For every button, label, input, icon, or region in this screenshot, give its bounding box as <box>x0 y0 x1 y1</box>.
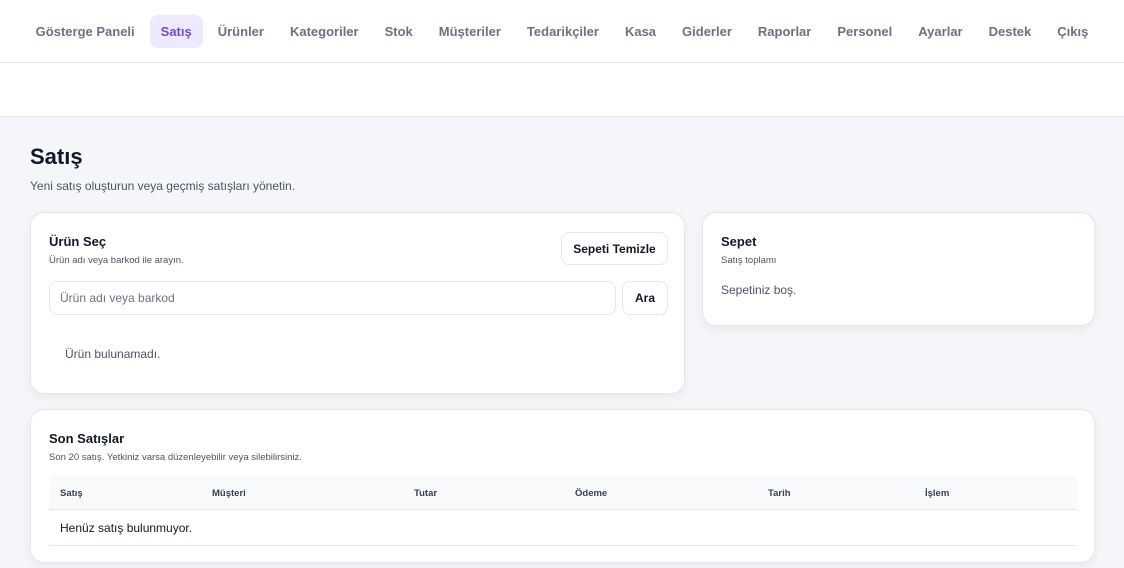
nav-item-suppliers[interactable]: Tedarikçiler <box>516 15 610 48</box>
recent-sales-subtitle: Son 20 satış. Yetkiniz varsa düzenleyebi… <box>49 452 302 463</box>
cart-title: Sepet <box>721 234 757 249</box>
nav-item-expenses[interactable]: Giderler <box>671 15 743 48</box>
no-products-message: Ürün bulunamadı. <box>65 347 161 361</box>
nav-item-stock[interactable]: Stok <box>374 15 424 48</box>
nav-item-sales[interactable]: Satış <box>149 14 203 48</box>
nav-item-products[interactable]: Ürünler <box>207 15 275 48</box>
nav-item-support[interactable]: Destek <box>978 15 1043 48</box>
recent-sales-card: Son Satışlar Son 20 satış. Yetkiniz vars… <box>30 409 1095 563</box>
nav-item-customers[interactable]: Müşteriler <box>428 15 512 48</box>
nav-item-staff[interactable]: Personel <box>826 15 903 48</box>
page-subtitle: Yeni satış oluşturun veya geçmiş satışla… <box>30 179 296 193</box>
column-header-payment: Ödeme <box>575 488 608 499</box>
product-select-subtitle: Ürün adı veya barkod ile arayın. <box>49 255 184 266</box>
product-select-card: Ürün Seç Ürün adı veya barkod ile arayın… <box>30 212 685 394</box>
column-header-amount: Tutar <box>414 488 438 499</box>
column-header-action: İşlem <box>925 488 950 499</box>
cart-empty-message: Sepetiniz boş. <box>721 283 797 297</box>
nav-item-reports[interactable]: Raporlar <box>747 15 822 48</box>
cart-subtitle: Satış toplamı <box>721 255 777 266</box>
no-sales-message: Henüz satış bulunmuyor. <box>60 521 193 535</box>
column-header-customer: Müşteri <box>212 488 246 499</box>
recent-sales-title: Son Satışlar <box>49 431 125 446</box>
clear-cart-button[interactable]: Sepeti Temizle <box>561 232 668 265</box>
nav-item-dashboard[interactable]: Gösterge Paneli <box>25 15 146 48</box>
search-button[interactable]: Ara <box>622 281 668 315</box>
column-header-date: Tarih <box>768 488 791 499</box>
product-select-title: Ürün Seç <box>49 234 107 249</box>
nav-item-categories[interactable]: Kategoriler <box>279 15 370 48</box>
nav-item-logout[interactable]: Çıkış <box>1046 15 1099 48</box>
table-row: Henüz satış bulunmuyor. <box>49 510 1077 546</box>
cart-card: Sepet Satış toplamı Sepetiniz boş. <box>702 212 1095 326</box>
page-title: Satış <box>30 144 83 169</box>
sales-table-header: Satış Müşteri Tutar Ödeme Tarih İşlem <box>49 476 1077 510</box>
top-navigation: Gösterge Paneli Satış Ürünler Kategorile… <box>0 0 1124 63</box>
column-header-sale: Satış <box>60 488 83 499</box>
nav-list: Gösterge Paneli Satış Ürünler Kategorile… <box>23 14 1102 48</box>
nav-item-cashbox[interactable]: Kasa <box>614 15 667 48</box>
nav-item-settings[interactable]: Ayarlar <box>907 15 973 48</box>
product-search-input[interactable] <box>49 281 616 315</box>
sub-header-bar <box>0 63 1124 117</box>
